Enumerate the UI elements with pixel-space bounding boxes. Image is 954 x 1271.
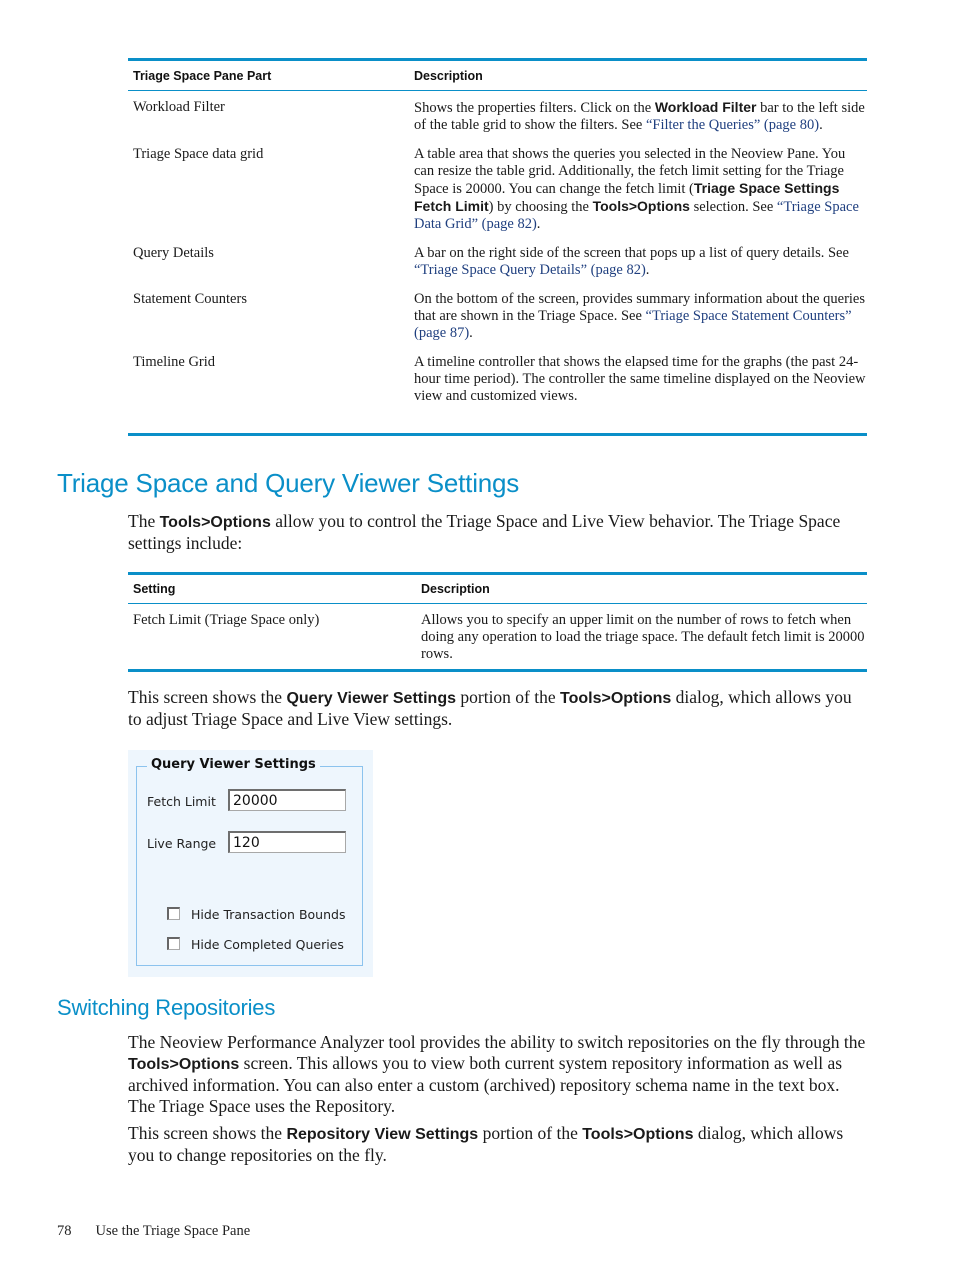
parts-table: Triage Space Pane Part Description Workl…: [128, 58, 867, 436]
hide-completed-queries-label[interactable]: Hide Completed Queries: [191, 937, 344, 952]
row-part: Timeline Grid: [133, 354, 216, 370]
page-footer: 78 Use the Triage Space Pane: [57, 1223, 250, 1240]
row-part: Workload Filter: [133, 99, 225, 115]
text: ) by choosing the: [488, 199, 593, 215]
row-part: Query Details: [133, 245, 214, 261]
header-setting: Setting: [133, 582, 176, 596]
hide-transaction-bounds-label[interactable]: Hide Transaction Bounds: [191, 907, 345, 922]
table-row: Triage Space data grid A table area that…: [128, 146, 867, 233]
text: Shows the properties filters. Click on t…: [414, 100, 655, 116]
hide-completed-queries-checkbox[interactable]: [167, 937, 180, 950]
table-header-rule: [128, 603, 867, 604]
query-viewer-settings-screenshot: Query Viewer Settings Fetch Limit Live R…: [128, 750, 373, 977]
row-description: A bar on the right side of the screen th…: [414, 245, 867, 279]
table-bottom-rule: [128, 669, 867, 672]
hide-transaction-bounds-checkbox[interactable]: [167, 907, 180, 920]
page-number: 78: [57, 1223, 72, 1239]
row-part: Triage Space data grid: [133, 146, 264, 162]
bold-term: Repository View Settings: [286, 1126, 479, 1143]
text: .: [645, 262, 650, 278]
chapter-title: Use the Triage Space Pane: [95, 1223, 251, 1239]
row-description: A timeline controller that shows the ela…: [414, 354, 866, 404]
query-viewer-paragraph: This screen shows the Query Viewer Setti…: [128, 687, 868, 730]
table-header: Setting Description: [128, 575, 867, 603]
bold-term: Tools>Options: [582, 1126, 694, 1143]
table-header-rule: [128, 90, 867, 91]
section-heading: Triage Space and Query Viewer Settings: [57, 468, 520, 498]
table-row: Workload Filter Shows the properties fil…: [128, 99, 867, 134]
table-row: Query Details A bar on the right side of…: [128, 245, 867, 279]
text: .: [469, 325, 473, 341]
text: portion of the: [456, 687, 561, 707]
repository-view-paragraph: This screen shows the Repository View Se…: [128, 1123, 868, 1166]
row-description: Allows you to specify an upper limit on …: [421, 612, 865, 662]
group-title: Query Viewer Settings: [147, 757, 320, 772]
text: The: [128, 511, 160, 531]
live-range-label: Live Range: [147, 836, 217, 851]
fetch-limit-input[interactable]: [228, 789, 346, 811]
table-bottom-rule: [128, 433, 867, 436]
text: .: [819, 117, 823, 133]
cross-reference-link[interactable]: “Filter the Queries” (page 80): [646, 117, 819, 133]
table-row: Fetch Limit (Triage Space only) Allows y…: [128, 612, 867, 663]
bold-term: Tools>Options: [592, 198, 690, 214]
bold-term: Tools>Options: [128, 1056, 240, 1073]
text: selection. See: [689, 199, 777, 215]
row-part: Statement Counters: [133, 291, 247, 307]
subsection-heading: Switching Repositories: [57, 995, 276, 1020]
bold-term: Tools>Options: [560, 690, 672, 707]
table-row: Statement Counters On the bottom of the …: [128, 291, 867, 342]
header-description: Description: [421, 582, 490, 596]
repositories-paragraph: The Neoview Performance Analyzer tool pr…: [128, 1032, 868, 1117]
fetch-limit-label: Fetch Limit: [147, 794, 216, 809]
cross-reference-link[interactable]: “Triage Space Query Details” (page 82): [414, 262, 646, 278]
bold-term: Query Viewer Settings: [286, 690, 456, 707]
bold-term: Tools>Options: [159, 514, 271, 531]
live-range-input[interactable]: [228, 831, 346, 853]
row-description: Shows the properties filters. Click on t…: [414, 99, 867, 134]
intro-paragraph: The Tools>Options allow you to control t…: [128, 511, 868, 554]
table-header: Triage Space Pane Part Description: [128, 61, 867, 90]
text: A bar on the right side of the screen th…: [414, 245, 849, 261]
bold-term: Workload Filter: [654, 99, 757, 115]
text: This screen shows the: [128, 1123, 287, 1143]
table-row: Timeline Grid A timeline controller that…: [128, 354, 867, 405]
row-setting: Fetch Limit (Triage Space only): [133, 612, 320, 628]
row-description: A table area that shows the queries you …: [414, 146, 867, 233]
row-description: On the bottom of the screen, provides su…: [414, 291, 867, 342]
settings-table: Setting Description Fetch Limit (Triage …: [128, 572, 867, 672]
text: This screen shows the: [128, 687, 287, 707]
text: portion of the: [478, 1123, 583, 1143]
text: The Neoview Performance Analyzer tool pr…: [128, 1032, 866, 1052]
header-description: Description: [414, 68, 483, 83]
header-part: Triage Space Pane Part: [133, 68, 272, 83]
text: .: [536, 216, 541, 232]
query-viewer-settings-group: Query Viewer Settings Fetch Limit Live R…: [136, 757, 363, 966]
